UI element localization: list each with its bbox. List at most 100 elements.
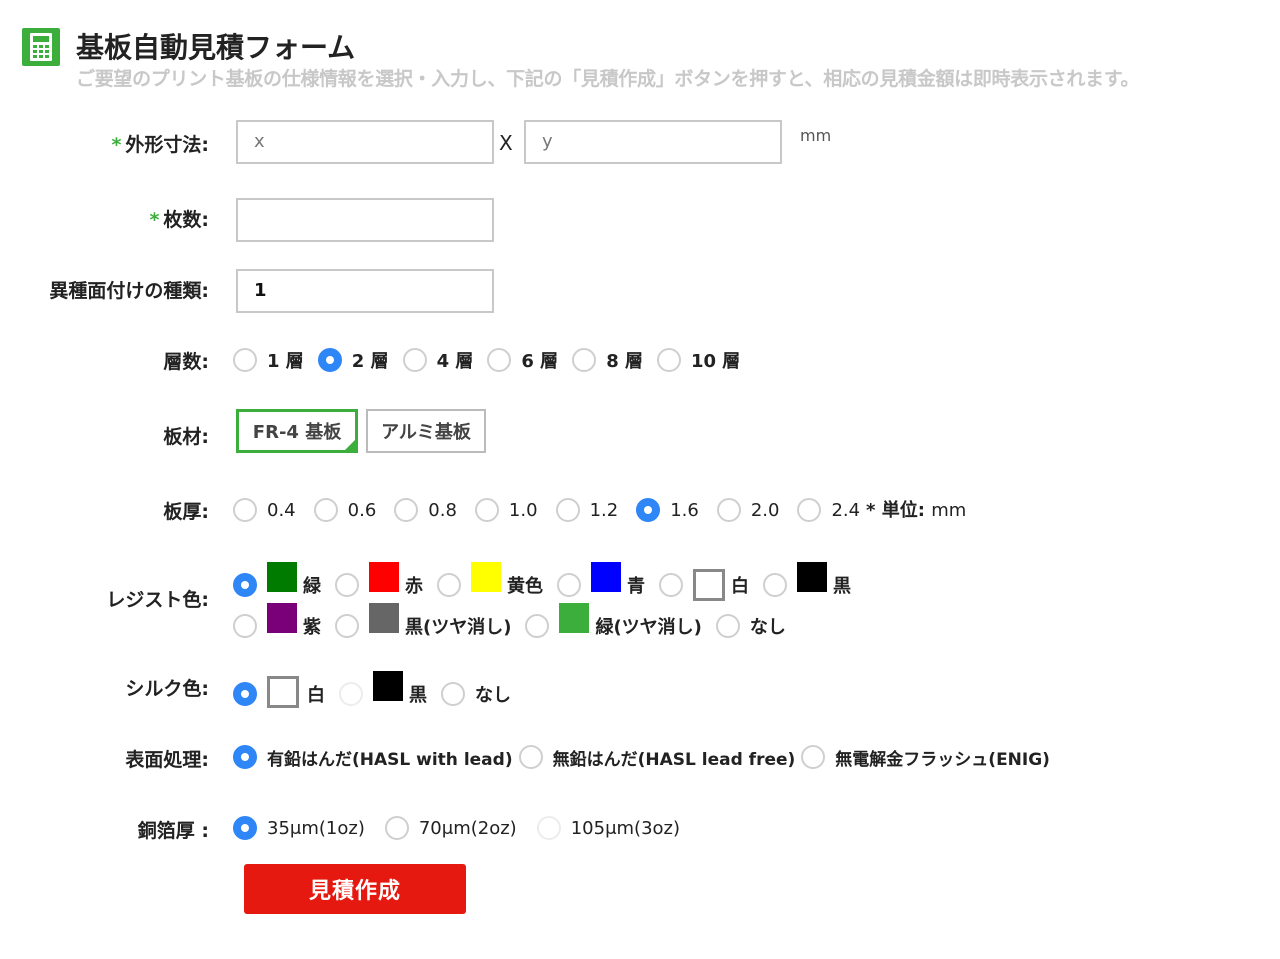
color-swatch — [471, 562, 501, 592]
silk-color-option[interactable]: 白 — [233, 676, 325, 710]
layers-option[interactable]: 2 層 — [317, 347, 389, 373]
thickness-option[interactable]: 1.2 — [555, 498, 618, 522]
radio-button[interactable] — [518, 745, 543, 769]
check-icon: ✓ — [345, 439, 354, 450]
radio-button[interactable] — [335, 614, 359, 638]
thickness-option[interactable]: 2.4 — [797, 498, 860, 522]
layers-option[interactable]: 10 層 — [656, 347, 740, 373]
radio-button[interactable] — [555, 498, 580, 522]
layers-option[interactable]: 8 層 — [572, 347, 643, 373]
color-swatch — [267, 676, 299, 708]
radio-button[interactable] — [474, 498, 499, 522]
resist-color-row-2: 紫 黒(ツヤ消し) 緑(ツヤ消し) なし — [233, 603, 800, 641]
copper-option[interactable]: 35μm(1oz) — [233, 816, 365, 840]
radio-button[interactable] — [339, 682, 363, 706]
color-swatch — [797, 562, 827, 592]
radio-button[interactable] — [525, 614, 550, 638]
page-subtitle: ご要望のプリント基板の仕様情報を選択・入力し、下記の「見積作成」ボタンを押すと、… — [76, 68, 1140, 90]
layers-option[interactable]: 6 層 — [487, 347, 558, 373]
radio-button-selected[interactable] — [233, 573, 257, 597]
radio-button[interactable] — [797, 498, 822, 522]
surface-option[interactable]: 有鉛はんだ(HASL with lead) — [233, 745, 513, 770]
radio-button[interactable] — [656, 348, 681, 372]
copper-option[interactable]: 70μm(2oz) — [384, 816, 517, 840]
variety-input[interactable]: 1 — [236, 269, 494, 313]
thickness-label: 板厚: — [163, 501, 209, 523]
radio-button[interactable] — [557, 573, 581, 597]
radio-button[interactable] — [659, 573, 683, 597]
radio-button[interactable] — [233, 348, 257, 372]
radio-button[interactable] — [313, 498, 338, 522]
thickness-option[interactable]: 2.0 — [716, 498, 779, 522]
page-title: 基板自動見積フォーム — [76, 31, 356, 64]
dimension-x-input[interactable]: x — [236, 120, 494, 164]
required-mark: * — [149, 209, 160, 231]
silk-color-option[interactable]: なし — [441, 681, 511, 707]
radio-button[interactable] — [763, 573, 787, 597]
radio-button[interactable] — [437, 573, 461, 597]
material-aluminum-button[interactable]: アルミ基板 — [366, 409, 486, 453]
surface-option[interactable]: 無電解金フラッシュ(ENIG) — [801, 745, 1050, 770]
layers-option[interactable]: 1 層 — [233, 347, 304, 373]
resist-color-option[interactable]: なし — [715, 613, 786, 639]
radio-button[interactable] — [716, 498, 741, 522]
surface-option[interactable]: 無鉛はんだ(HASL lead free) — [518, 745, 795, 770]
layers-option[interactable]: 4 層 — [402, 347, 473, 373]
surface-label: 表面処理: — [125, 749, 209, 771]
radio-button[interactable] — [233, 614, 257, 638]
resist-color-option[interactable]: 緑(ツヤ消し) — [525, 603, 702, 641]
resist-color-option[interactable]: 白 — [659, 569, 749, 601]
radio-button[interactable] — [715, 614, 740, 638]
quantity-input[interactable] — [236, 198, 494, 242]
silk-color-label: シルク色: — [125, 678, 209, 700]
color-swatch — [267, 603, 297, 633]
color-swatch — [369, 603, 399, 633]
color-swatch — [369, 562, 399, 592]
radio-button-selected[interactable] — [233, 745, 257, 769]
thickness-option[interactable]: 0.8 — [394, 498, 457, 522]
resist-color-option[interactable]: 赤 — [335, 562, 423, 600]
copper-label: 銅箔厚 : — [137, 820, 209, 842]
variety-label: 異種面付けの種類: — [49, 280, 209, 302]
radio-button[interactable] — [801, 745, 826, 769]
radio-button[interactable] — [572, 348, 597, 372]
resist-color-option[interactable]: 黄色 — [437, 562, 543, 600]
silk-color-option[interactable]: 黒 — [339, 671, 427, 709]
material-fr4-button[interactable]: FR-4 基板 ✓ — [236, 409, 358, 453]
thickness-option[interactable]: 1.6 — [636, 498, 699, 522]
resist-color-option[interactable]: 黒 — [763, 562, 851, 600]
create-estimate-button[interactable]: 見積作成 — [244, 864, 466, 914]
material-label: 板材: — [163, 426, 209, 448]
resist-color-option[interactable]: 黒(ツヤ消し) — [335, 603, 511, 641]
resist-color-option[interactable]: 青 — [557, 562, 645, 600]
resist-color-label: レジスト色: — [106, 589, 209, 611]
radio-button[interactable] — [335, 573, 359, 597]
radio-button-selected[interactable] — [317, 348, 342, 372]
thickness-option[interactable]: 1.0 — [474, 498, 538, 522]
resist-color-row-1: 緑 赤 黄色 青 白 黒 — [233, 562, 865, 601]
layers-radio-group: 1 層 2 層 4 層 6 層 8 層 10 層 — [233, 346, 754, 374]
radio-button-selected[interactable] — [636, 498, 661, 522]
radio-button[interactable] — [441, 682, 465, 706]
surface-radio-group: 有鉛はんだ(HASL with lead) 無鉛はんだ(HASL lead fr… — [233, 743, 1056, 771]
radio-button[interactable] — [402, 348, 427, 372]
radio-button[interactable] — [394, 498, 419, 522]
radio-button-selected[interactable] — [233, 682, 257, 706]
dimension-unit: mm — [800, 126, 832, 145]
copper-radio-group: 35μm(1oz) 70μm(2oz) 105μm(3oz) — [233, 814, 700, 842]
radio-button[interactable] — [384, 816, 409, 840]
resist-color-option[interactable]: 紫 — [233, 603, 321, 641]
radio-button[interactable] — [536, 816, 561, 840]
dimension-y-input[interactable]: y — [524, 120, 782, 164]
color-swatch — [559, 603, 590, 633]
copper-option[interactable]: 105μm(3oz) — [536, 816, 680, 840]
radio-button[interactable] — [487, 348, 512, 372]
radio-button[interactable] — [233, 498, 257, 522]
thickness-option[interactable]: 0.4 — [233, 498, 296, 522]
radio-button-selected[interactable] — [233, 816, 257, 840]
quantity-label: * 枚数: — [149, 209, 209, 231]
thickness-option[interactable]: 0.6 — [313, 498, 376, 522]
resist-color-option[interactable]: 緑 — [233, 562, 321, 600]
times-symbol: X — [499, 131, 513, 155]
required-mark: * — [111, 134, 122, 156]
